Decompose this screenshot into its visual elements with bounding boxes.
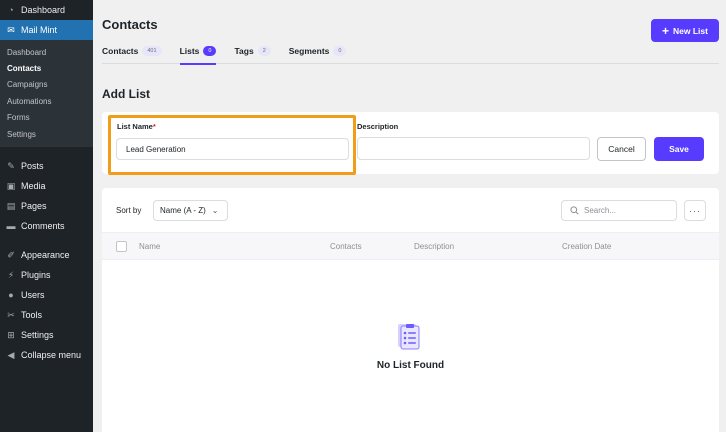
sidebar-item-pages[interactable]: ▤ Pages <box>0 196 93 216</box>
sidebar-item-plugins[interactable]: ⚡ Plugins <box>0 265 93 285</box>
search-icon <box>570 206 579 215</box>
sort-label: Sort by <box>116 206 142 215</box>
plug-icon: ⚡ <box>7 269 15 280</box>
collapse-icon: ◀ <box>7 349 15 360</box>
sidebar-item-mail-mint[interactable]: ✉ Mail Mint <box>0 20 93 40</box>
sidebar-item-appearance[interactable]: ✐ Appearance <box>0 245 93 265</box>
submenu-item-contacts[interactable]: Contacts <box>0 60 93 76</box>
sidebar-item-label: Users <box>21 290 45 301</box>
tab-label: Lists <box>179 46 200 56</box>
count-badge: 0 <box>203 46 217 56</box>
sidebar-item-label: Collapse menu <box>21 350 82 361</box>
sidebar-item-label: Media <box>21 181 46 192</box>
sidebar-item-label: Settings <box>21 330 54 341</box>
sidebar-item-posts[interactable]: ✎ Posts <box>0 156 93 176</box>
sidebar-item-settings[interactable]: ⊞ Settings <box>0 325 93 345</box>
pin-icon: ✎ <box>7 160 15 171</box>
highlight-box <box>108 115 356 175</box>
more-icon: ··· <box>689 205 701 216</box>
new-list-button[interactable]: + New List <box>651 19 719 42</box>
page-title: Contacts <box>102 17 158 32</box>
mail-mint-submenu: Dashboard Contacts Campaigns Automations… <box>0 40 93 148</box>
contacts-tabs: Contacts 401 Lists 0 Tags 2 Segments 0 <box>102 40 719 65</box>
sidebar-item-dashboard[interactable]: ◔ Dashboard <box>0 0 93 20</box>
submenu-item-settings[interactable]: Settings <box>0 126 93 142</box>
brush-icon: ✐ <box>7 249 15 260</box>
description-label: Description <box>357 122 399 131</box>
search-input[interactable]: Search... <box>561 200 677 221</box>
table-header: Name Contacts Description Creation Date <box>102 232 719 260</box>
submenu-item-dashboard[interactable]: Dashboard <box>0 44 93 60</box>
cancel-button[interactable]: Cancel <box>597 137 646 161</box>
sidebar-item-label: Mail Mint <box>21 25 58 35</box>
section-title: Add List <box>102 87 150 101</box>
main-content: Contacts + New List Contacts 401 Lists 0… <box>93 0 726 432</box>
tab-tags[interactable]: Tags 2 <box>234 40 271 64</box>
sidebar-item-media[interactable]: ▣ Media <box>0 176 93 196</box>
sidebar-item-label: Comments <box>21 221 65 232</box>
dashboard-icon: ◔ <box>8 5 14 15</box>
new-list-label: New List <box>673 25 708 36</box>
tab-lists[interactable]: Lists 0 <box>179 40 217 65</box>
empty-state-text: No List Found <box>376 360 445 371</box>
sidebar-item-collapse-menu[interactable]: ◀ Collapse menu <box>0 345 93 365</box>
submenu-item-campaigns[interactable]: Campaigns <box>0 77 93 93</box>
pages-icon: ▤ <box>6 200 16 211</box>
sidebar-item-label: Tools <box>21 310 43 321</box>
column-header-contacts: Contacts <box>330 242 362 251</box>
description-input[interactable] <box>357 137 590 160</box>
mail-icon: ✉ <box>7 24 15 35</box>
sidebar-item-label: Appearance <box>21 250 70 261</box>
save-button[interactable]: Save <box>654 137 704 161</box>
sidebar-item-label: Dashboard <box>21 5 66 15</box>
submenu-item-automations[interactable]: Automations <box>0 93 93 109</box>
sidebar-item-label: Plugins <box>21 270 51 281</box>
chevron-down-icon: ⌄ <box>211 206 219 215</box>
empty-list-icon <box>398 324 420 350</box>
count-badge: 2 <box>257 46 271 56</box>
sidebar-item-comments[interactable]: ▬ Comments <box>0 216 93 236</box>
tab-label: Contacts <box>102 46 139 56</box>
comments-icon: ▬ <box>6 221 16 232</box>
search-placeholder: Search... <box>584 206 617 215</box>
tab-contacts[interactable]: Contacts 401 <box>102 40 162 64</box>
column-header-description: Description <box>414 242 455 251</box>
select-all-checkbox[interactable] <box>116 241 127 252</box>
tab-segments[interactable]: Segments 0 <box>289 40 347 64</box>
sidebar-item-tools[interactable]: ✂ Tools <box>0 305 93 325</box>
lists-table-card: Sort by Name (A - Z) ⌄ Search... ··· Nam… <box>102 188 719 432</box>
count-badge: 401 <box>142 46 162 56</box>
admin-sidebar: ◔ Dashboard ✉ Mail Mint Dashboard Contac… <box>0 0 93 432</box>
count-badge: 0 <box>333 46 347 56</box>
plus-icon: + <box>662 23 670 38</box>
tab-label: Segments <box>288 46 330 56</box>
more-options-button[interactable]: ··· <box>684 200 706 221</box>
wrench-icon: ✂ <box>7 309 15 320</box>
submenu-item-forms[interactable]: Forms <box>0 110 93 126</box>
sort-value: Name (A - Z) <box>160 206 206 215</box>
sort-select[interactable]: Name (A - Z) ⌄ <box>153 200 228 221</box>
media-icon: ▣ <box>6 180 16 191</box>
tab-label: Tags <box>234 46 254 56</box>
column-header-name[interactable]: Name <box>139 242 160 251</box>
user-icon: ● <box>8 290 14 301</box>
sidebar-item-label: Posts <box>21 161 44 172</box>
sidebar-item-label: Pages <box>21 201 47 212</box>
settings-icon: ⊞ <box>7 329 15 340</box>
sidebar-item-users[interactable]: ● Users <box>0 285 93 305</box>
column-header-creation-date[interactable]: Creation Date <box>562 242 611 251</box>
